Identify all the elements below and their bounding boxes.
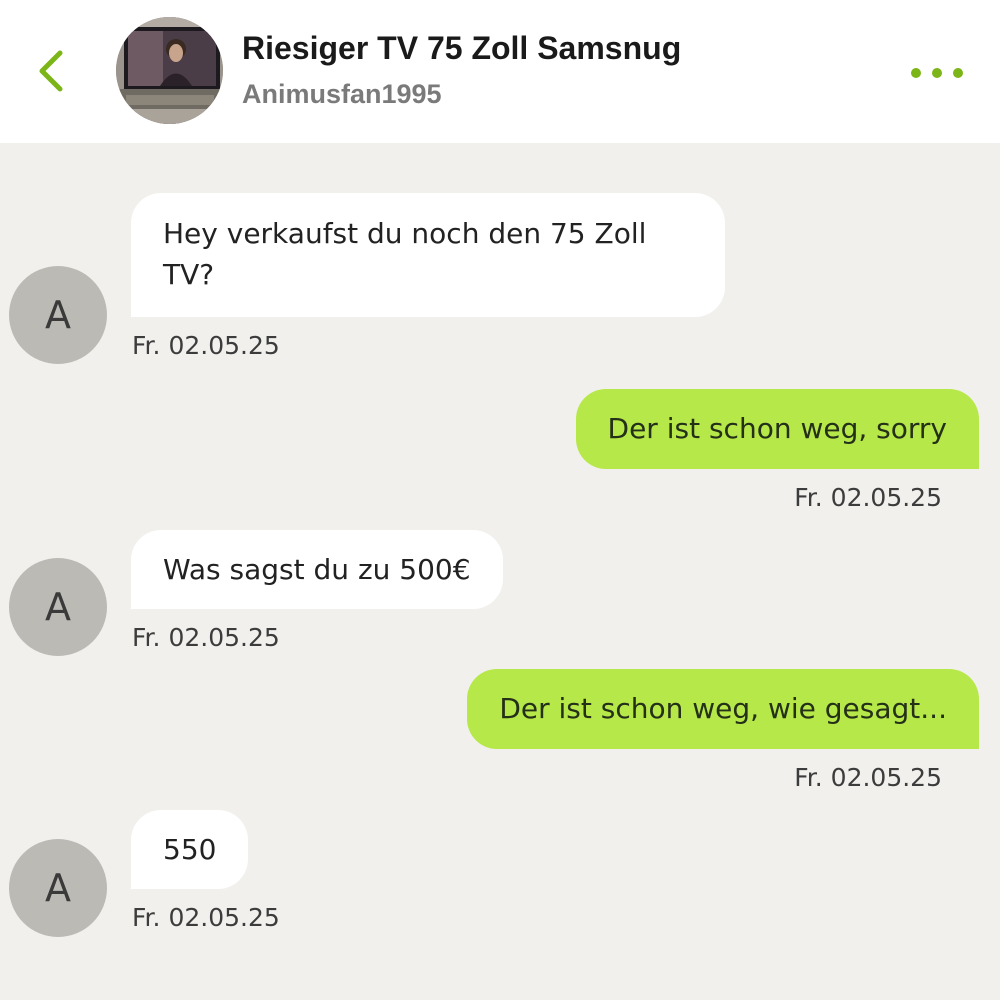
chevron-left-icon[interactable] (28, 45, 74, 97)
message-timestamp: Fr. 02.05.25 (132, 331, 280, 360)
message-bubble-incoming: Was sagst du zu 500€ (131, 530, 503, 609)
message-text: Der ist schon weg, wie gesagt... (499, 692, 947, 725)
avatar[interactable]: A (9, 558, 107, 656)
message-bubble-outgoing: Der ist schon weg, wie gesagt... (467, 669, 979, 749)
avatar[interactable]: A (9, 266, 107, 364)
message-text: 550 (163, 833, 217, 866)
chat-screen: Riesiger TV 75 Zoll Samsnug Animusfan199… (0, 0, 1000, 1000)
message-bubble-incoming: 550 (131, 810, 249, 889)
message-text: Was sagst du zu 500€ (163, 553, 471, 586)
message-bubble-outgoing: Der ist schon weg, sorry (575, 389, 979, 469)
tv-listing-image (116, 17, 223, 124)
message-timestamp: Fr. 02.05.25 (132, 903, 280, 932)
more-horizontal-icon[interactable] (904, 56, 974, 90)
avatar[interactable]: A (9, 839, 107, 937)
message-text: Hey verkaufst du noch den 75 Zoll TV? (163, 217, 647, 291)
message-text: Der ist schon weg, sorry (607, 412, 947, 445)
message-timestamp: Fr. 02.05.25 (132, 623, 280, 652)
username[interactable]: Animusfan1995 (242, 79, 442, 110)
chat-header: Riesiger TV 75 Zoll Samsnug Animusfan199… (0, 0, 1000, 143)
message-timestamp: Fr. 02.05.25 (794, 763, 942, 792)
listing-title[interactable]: Riesiger TV 75 Zoll Samsnug (242, 30, 681, 67)
listing-thumbnail[interactable] (116, 17, 223, 124)
message-bubble-incoming: Hey verkaufst du noch den 75 Zoll TV? (131, 193, 725, 317)
message-timestamp: Fr. 02.05.25 (794, 483, 942, 512)
